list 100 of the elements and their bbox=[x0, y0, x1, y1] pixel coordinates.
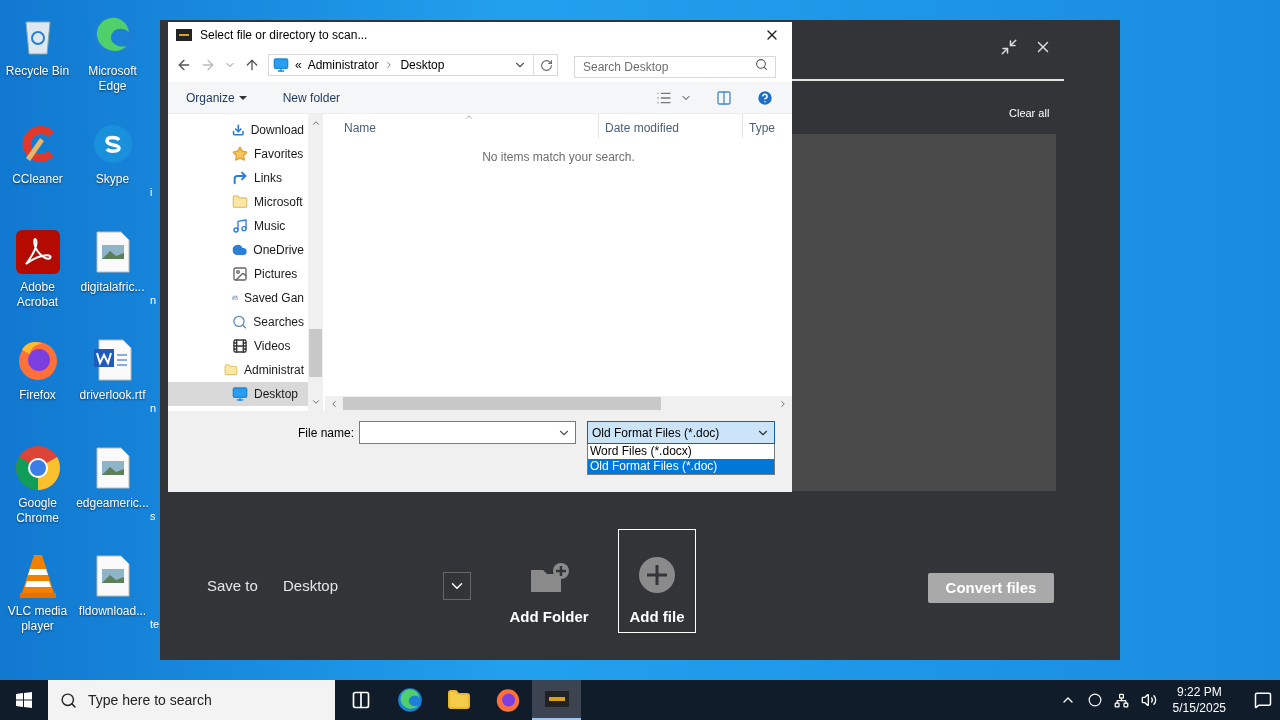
desktop-icon[interactable]: fldownload... bbox=[75, 544, 150, 652]
image-file-icon bbox=[95, 447, 130, 489]
clear-all-link[interactable]: Clear all bbox=[1009, 105, 1050, 122]
add-file-button[interactable]: Add file bbox=[618, 529, 696, 633]
scroll-left-icon[interactable] bbox=[329, 398, 339, 409]
browser-icon bbox=[396, 687, 423, 713]
organize-menu[interactable]: Organize bbox=[186, 88, 247, 107]
network-icon[interactable] bbox=[1113, 692, 1129, 708]
refresh-icon[interactable] bbox=[540, 58, 553, 72]
save-to-label: Save to bbox=[207, 575, 259, 596]
folder-icon bbox=[232, 194, 248, 210]
breadcrumb[interactable]: Desktop bbox=[400, 56, 445, 74]
search-field[interactable]: Search Desktop bbox=[574, 56, 776, 78]
nav-label: Administrat bbox=[243, 362, 304, 379]
desktop-icon[interactable]: digitalafric... bbox=[75, 220, 150, 328]
nav-item[interactable]: Desktop bbox=[168, 382, 308, 406]
horizontal-scrollbar[interactable] bbox=[325, 396, 792, 411]
nav-item[interactable]: OneDrive bbox=[168, 238, 308, 262]
column-header[interactable]: Date modified bbox=[599, 114, 743, 138]
pictures-icon bbox=[232, 266, 248, 282]
window-title: Select file or directory to scan... bbox=[200, 27, 369, 44]
icon-label: Skype bbox=[94, 172, 131, 187]
nav-item[interactable]: Searches bbox=[168, 310, 308, 334]
task-view-icon bbox=[350, 690, 371, 710]
star-icon bbox=[232, 146, 248, 162]
desktop-icon[interactable]: Skype bbox=[75, 112, 150, 220]
nav-label: Pictures bbox=[254, 266, 298, 283]
music-icon bbox=[232, 218, 248, 234]
icon-label: CCleaner bbox=[11, 172, 64, 187]
column-header[interactable]: Type bbox=[743, 114, 775, 138]
icon-label: s bbox=[150, 509, 156, 524]
desktop-icon[interactable]: Recycle Bin bbox=[0, 4, 75, 112]
file-name-label: File name: bbox=[298, 424, 355, 442]
folder-icon bbox=[446, 688, 471, 712]
nav-item[interactable]: Videos bbox=[168, 334, 308, 358]
desktop-icon[interactable]: Adobe Acrobat bbox=[0, 220, 75, 328]
icon-label: n bbox=[150, 401, 157, 416]
desktop-icon[interactable]: CCleaner bbox=[0, 112, 75, 220]
nav-label: Videos bbox=[254, 338, 291, 355]
nav-label: Favorites bbox=[254, 146, 304, 163]
volume-icon[interactable] bbox=[1140, 692, 1157, 708]
nav-item[interactable]: Administrat bbox=[168, 358, 308, 382]
nav-item[interactable]: Links bbox=[168, 166, 308, 190]
scrollbar-thumb[interactable] bbox=[343, 397, 661, 410]
breadcrumb[interactable]: « bbox=[295, 56, 302, 74]
dropdown-option[interactable]: Word Files (*.docx) bbox=[588, 444, 774, 459]
desktop-icon bbox=[232, 386, 248, 402]
taskbar-search-field[interactable]: Type here to search bbox=[48, 680, 335, 720]
icon-label: VLC media player bbox=[6, 604, 69, 634]
clock[interactable]: 9:22 PM 5/15/2025 bbox=[1168, 684, 1230, 716]
nav-item[interactable]: Favorites bbox=[168, 142, 308, 166]
desktop-icon[interactable]: Google Chrome bbox=[0, 436, 75, 544]
help-icon[interactable] bbox=[756, 88, 774, 107]
scroll-up-icon[interactable] bbox=[310, 118, 321, 128]
nav-label: Desktop bbox=[254, 386, 299, 403]
traffic-cone-icon bbox=[17, 553, 58, 599]
back-icon[interactable] bbox=[176, 57, 192, 73]
nav-item[interactable]: Saved Gan bbox=[168, 286, 308, 310]
firefox-icon bbox=[494, 687, 521, 713]
scrollbar-thumb[interactable] bbox=[309, 328, 322, 377]
icon-label: Recycle Bin bbox=[4, 64, 71, 79]
save-location: Desktop bbox=[283, 575, 340, 596]
icon-label: i bbox=[150, 185, 153, 200]
address-bar[interactable]: « Administrator Desktop bbox=[268, 54, 558, 76]
new-folder-button[interactable]: New folder bbox=[282, 88, 341, 107]
chrome-icon bbox=[14, 445, 61, 491]
up-icon[interactable] bbox=[244, 57, 260, 73]
search-icon bbox=[755, 58, 768, 71]
scroll-down-icon[interactable] bbox=[310, 397, 321, 407]
scroll-right-icon[interactable] bbox=[778, 398, 788, 409]
desktop-icon[interactable]: driverlook.rtf bbox=[75, 328, 150, 436]
add-folder-button[interactable]: Add Folder bbox=[510, 529, 588, 633]
desktop-icon[interactable]: VLC media player bbox=[0, 544, 75, 652]
file-type-dropdown[interactable]: Old Format Files (*.doc) bbox=[587, 421, 775, 444]
desktop-icon[interactable]: Firefox bbox=[0, 328, 75, 436]
location-dropdown[interactable] bbox=[443, 572, 471, 600]
desktop-icon[interactable]: Microsoft Edge bbox=[75, 4, 150, 112]
dropdown-option[interactable]: Old Format Files (*.doc) bbox=[588, 459, 774, 474]
file-name-field[interactable] bbox=[359, 421, 577, 444]
notifications-icon[interactable] bbox=[1254, 691, 1272, 709]
nav-item[interactable]: Download bbox=[168, 118, 308, 142]
windows-logo-icon bbox=[16, 692, 32, 708]
nav-item[interactable]: Pictures bbox=[168, 262, 308, 286]
folder-plus-icon bbox=[529, 561, 569, 594]
nav-item[interactable]: Music bbox=[168, 214, 308, 238]
nav-item[interactable]: Microsoft bbox=[168, 190, 308, 214]
preview-pane-icon[interactable] bbox=[716, 89, 732, 106]
scrollbar[interactable] bbox=[308, 114, 323, 411]
icon-label: digitalafric... bbox=[79, 280, 146, 295]
tray-app-icon[interactable] bbox=[1087, 693, 1102, 707]
empty-message: No items match your search. bbox=[482, 149, 635, 166]
nav-label: Music bbox=[254, 218, 286, 235]
nav-label: Links bbox=[254, 170, 282, 187]
cloud-icon bbox=[232, 242, 248, 258]
icon-label: te bbox=[150, 617, 160, 632]
column-header[interactable]: Name bbox=[325, 114, 599, 138]
desktop-icon[interactable]: edgeameric... bbox=[75, 436, 150, 544]
taskbar-app[interactable] bbox=[532, 680, 581, 720]
breadcrumb[interactable]: Administrator bbox=[307, 56, 379, 74]
collapse-icon[interactable] bbox=[1000, 38, 1018, 56]
